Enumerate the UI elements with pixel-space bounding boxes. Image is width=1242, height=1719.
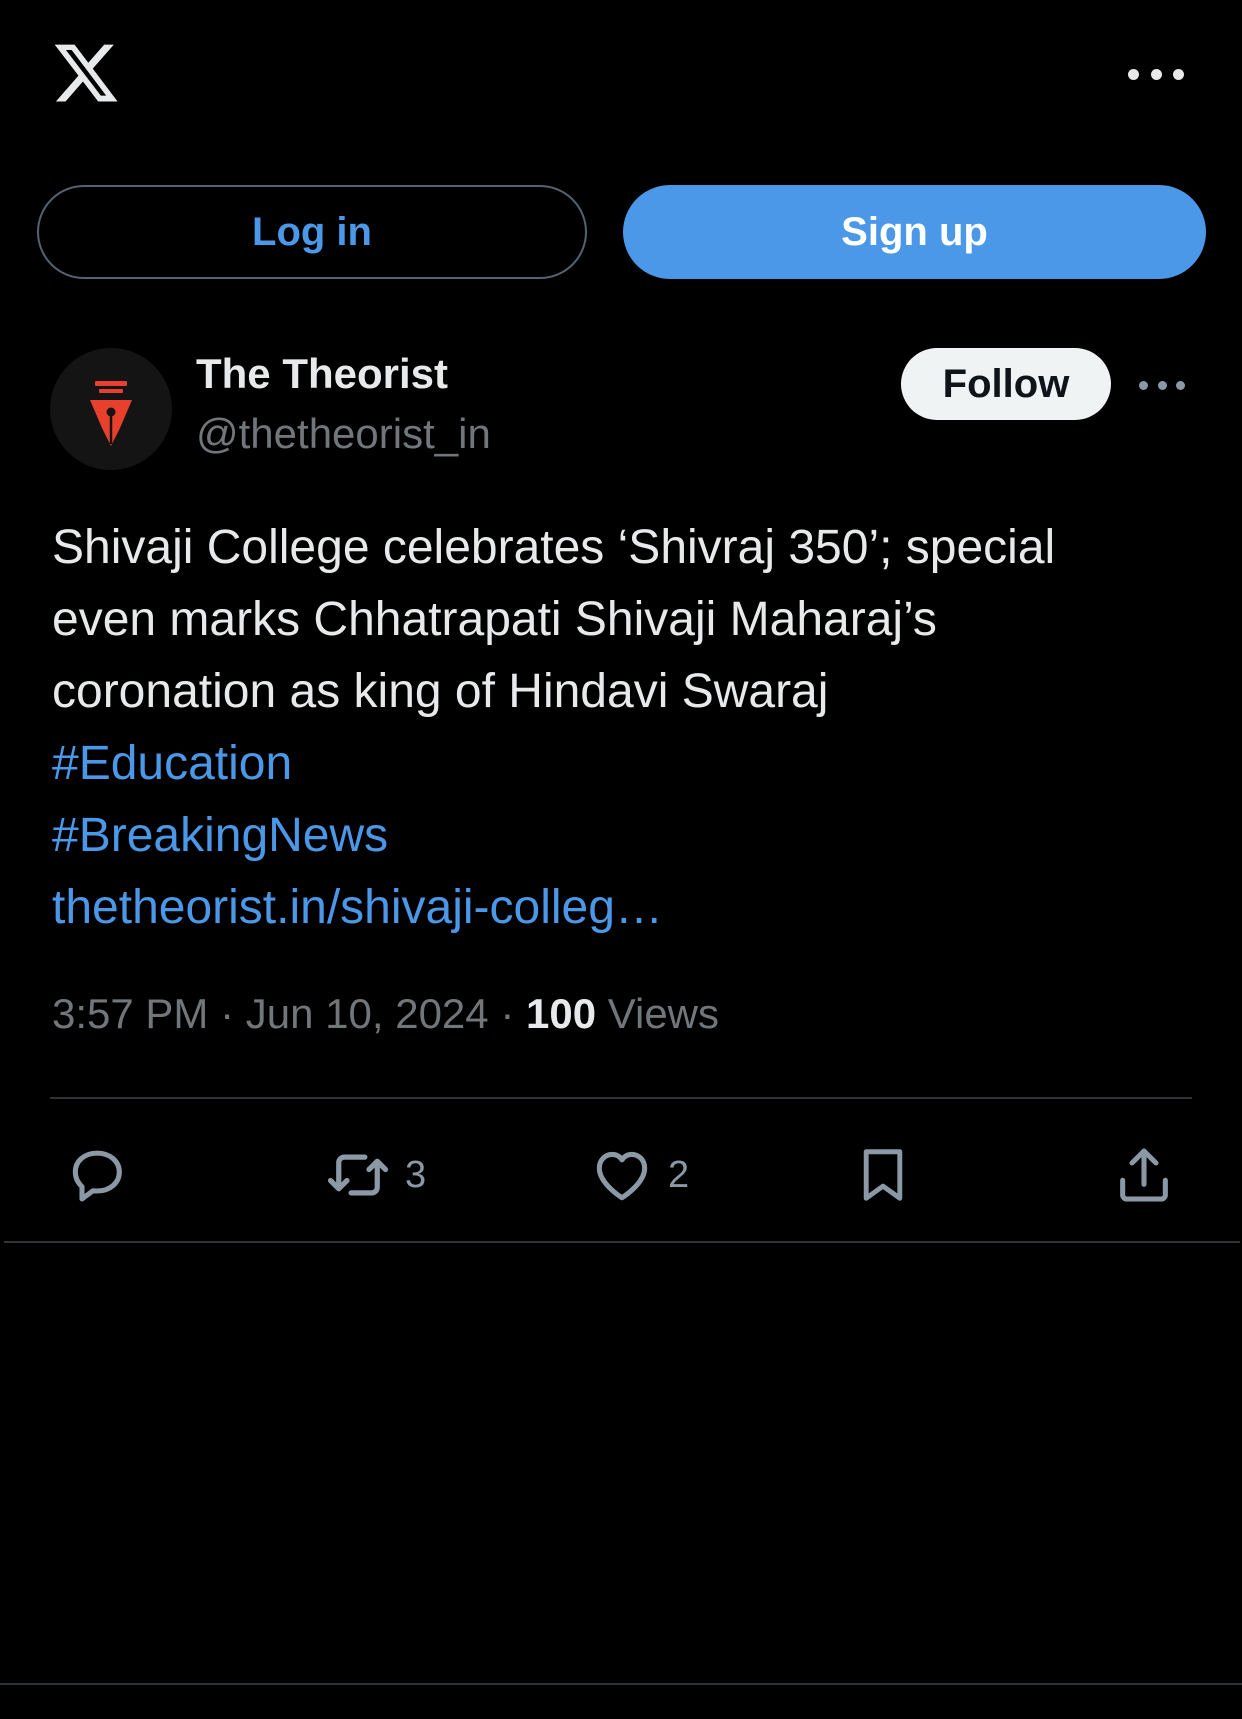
like-count: 2	[668, 1153, 690, 1196]
article-link[interactable]: thetheorist.in/shivaji-colleg…	[52, 872, 1202, 944]
share-icon	[1120, 1148, 1168, 1202]
bookmark-icon	[863, 1149, 903, 1201]
post-text-line: coronation as king of Hindavi Swaraj	[52, 665, 829, 718]
share-button[interactable]	[1112, 1135, 1176, 1215]
views-count: 100	[525, 990, 597, 1037]
reply-button[interactable]	[66, 1135, 130, 1215]
post-text-line: even marks Chhatrapati Shivaji Maharaj’s	[52, 593, 937, 646]
heart-icon	[596, 1151, 648, 1201]
repost-button[interactable]: 3	[325, 1135, 426, 1215]
meta-separator: ·	[500, 990, 515, 1037]
more-horizontal-icon[interactable]	[1139, 376, 1185, 394]
repost-icon	[327, 1154, 389, 1196]
follow-button[interactable]: Follow	[901, 348, 1111, 420]
like-button[interactable]: 2	[590, 1135, 689, 1215]
divider	[0, 1683, 1242, 1685]
more-horizontal-icon[interactable]	[1128, 60, 1184, 88]
bookmark-button[interactable]	[852, 1135, 914, 1215]
post-meta: 3:57 PM · Jun 10, 2024 · 100 Views	[52, 990, 719, 1038]
hashtag-breakingnews[interactable]: #BreakingNews	[52, 800, 1202, 872]
divider	[50, 1097, 1192, 1099]
x-logo-icon[interactable]	[50, 38, 122, 108]
post-body: Shivaji College celebrates ‘Shivraj 350’…	[52, 512, 1202, 944]
repost-count: 3	[405, 1153, 427, 1196]
divider	[4, 1241, 1240, 1243]
display-name[interactable]: The Theorist	[196, 350, 448, 398]
meta-separator: ·	[220, 990, 235, 1037]
signup-button[interactable]: Sign up	[623, 185, 1206, 279]
action-bar: 3 2	[0, 1135, 1242, 1215]
reply-icon	[72, 1150, 122, 1202]
user-handle[interactable]: @thetheorist_in	[196, 410, 491, 458]
hashtag-education[interactable]: #Education	[52, 728, 1202, 800]
avatar[interactable]	[50, 348, 172, 470]
fountain-pen-nib-icon	[90, 381, 132, 446]
post-text-line: Shivaji College celebrates ‘Shivraj 350’…	[52, 521, 1056, 574]
post-date[interactable]: Jun 10, 2024	[246, 990, 489, 1037]
views-label: Views	[607, 990, 720, 1037]
login-button[interactable]: Log in	[37, 185, 587, 279]
post-time[interactable]: 3:57 PM	[52, 990, 208, 1037]
top-bar	[0, 0, 1242, 150]
